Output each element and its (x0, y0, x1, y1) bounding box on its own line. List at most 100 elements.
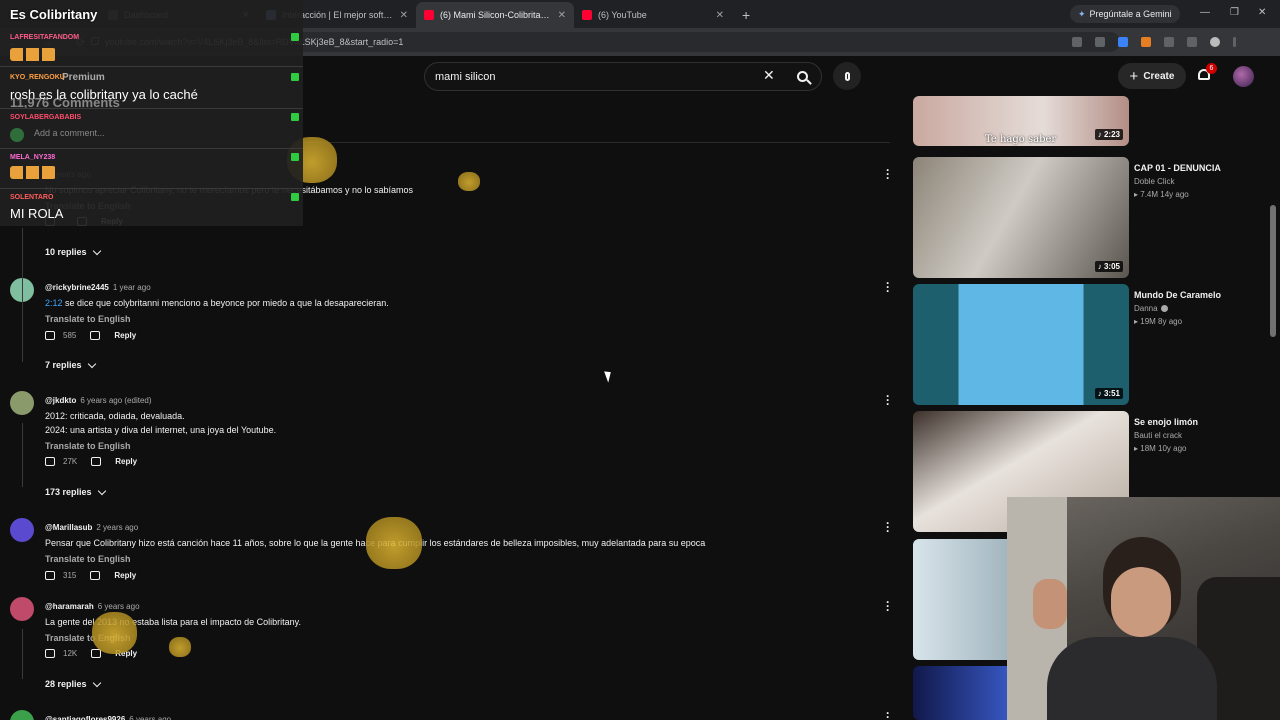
recommended-video-channel[interactable]: Doble Click (1134, 177, 1174, 186)
recommended-video-thumbnail[interactable]: Te hago saber ♪ 2:23 (913, 96, 1129, 146)
dislike-icon[interactable] (90, 330, 101, 340)
extension-icon[interactable] (1141, 37, 1151, 47)
tab-favicon-icon (582, 10, 592, 20)
comment-header: @santiagoflores9926 6 years ago (45, 715, 171, 720)
recommended-video-meta: ▸ 7.4M 14y ago (1134, 190, 1189, 199)
comment-menu-icon[interactable]: ··· (886, 164, 890, 184)
thread-line (22, 629, 23, 679)
cat-emote-icon (169, 637, 191, 657)
recommended-video-title[interactable]: Mundo De Caramelo (1134, 290, 1221, 300)
dislike-icon[interactable] (90, 570, 101, 580)
channel-name: Bauti el crack (1134, 431, 1183, 440)
comment-timestamp-link[interactable]: 2:12 (45, 298, 63, 308)
comment-actions: 315 Reply (45, 568, 136, 582)
extension-icon[interactable] (1118, 37, 1128, 47)
recommended-video-thumbnail[interactable]: ♪ 3:05 (913, 157, 1129, 278)
reply-button[interactable]: Reply (115, 457, 137, 466)
new-tab-button[interactable]: + (732, 2, 760, 28)
replies-toggle[interactable]: 28 replies (45, 678, 101, 689)
puzzle-icon[interactable] (1164, 37, 1174, 47)
comment-author[interactable]: @santiagoflores9926 (45, 715, 125, 720)
clear-search-icon[interactable]: ✕ (763, 67, 775, 84)
chat-username: MELA_NY238 (10, 154, 56, 161)
add-comment-input[interactable]: Add a comment... (34, 128, 105, 138)
commenter-avatar[interactable] (10, 518, 34, 542)
comment-time[interactable]: 1 year ago (113, 283, 151, 292)
search-button[interactable] (785, 62, 820, 91)
comment-author[interactable]: @Marillasub (45, 523, 92, 532)
reply-button[interactable]: Reply (114, 331, 136, 340)
checkmark-icon (291, 153, 299, 161)
thread-line (22, 423, 23, 487)
stream-chat-overlay: Premium 11,976 Comments Add a comment...… (0, 0, 303, 226)
cat-emote-icon (92, 612, 137, 654)
comment-text: La gente del 2013 no estaba lista para e… (45, 617, 301, 627)
comment-time[interactable]: 6 years ago (129, 715, 171, 720)
recommended-video-title[interactable]: CAP 01 - DENUNCIA (1134, 163, 1221, 173)
comment-menu-icon[interactable]: ··· (886, 517, 890, 537)
tab-favicon-icon (424, 10, 434, 20)
replies-toggle[interactable]: 173 replies (45, 486, 106, 497)
minimize-icon[interactable]: — (1200, 7, 1210, 18)
checkmark-icon (291, 33, 299, 41)
comment-author[interactable]: @haramarah (45, 602, 94, 611)
like-icon[interactable] (45, 330, 55, 340)
commenter-avatar[interactable] (10, 710, 34, 720)
media-icon[interactable] (1187, 37, 1197, 47)
recommended-video-channel[interactable]: Bauti el crack (1134, 431, 1182, 440)
replies-toggle[interactable]: 7 replies (45, 359, 96, 370)
commenter-avatar[interactable] (10, 597, 34, 621)
translate-link[interactable]: Translate to English (45, 314, 131, 324)
chat-divider (0, 66, 303, 67)
account-avatar[interactable] (1233, 66, 1254, 87)
comment-time[interactable]: 2 years ago (96, 523, 138, 532)
tab-close-icon[interactable]: ✕ (558, 10, 566, 21)
like-icon[interactable] (45, 570, 55, 580)
comment-menu-icon[interactable]: ··· (886, 707, 890, 720)
recommended-video-thumbnail[interactable]: ♪ 3:51 (913, 284, 1129, 405)
browser-tab[interactable]: (6) Mami Silicon-Colibritany (V ✕ (416, 2, 574, 28)
page-scrollbar[interactable] (1270, 205, 1276, 337)
mic-icon (844, 71, 850, 81)
menu-dots-icon[interactable] (1233, 37, 1236, 47)
commenter-avatar[interactable] (10, 391, 34, 415)
duration-text: 3:51 (1103, 389, 1120, 398)
comment-text-body: se dice que colybritanni menciono a beyo… (62, 298, 389, 308)
close-window-icon[interactable]: ✕ (1258, 7, 1266, 18)
create-button[interactable]: + Create (1118, 63, 1186, 89)
maximize-icon[interactable]: ❐ (1230, 7, 1239, 18)
create-label: Create (1143, 70, 1175, 82)
recommended-video-channel[interactable]: Danna (1134, 304, 1168, 313)
tab-close-icon[interactable]: ✕ (716, 10, 724, 21)
bookmark-star-icon[interactable] (1095, 37, 1105, 47)
channel-name: Doble Click (1134, 177, 1175, 186)
verified-icon (1160, 305, 1168, 312)
comment-author[interactable]: @rickybrine2445 (45, 283, 109, 292)
like-icon[interactable] (45, 456, 55, 466)
comment-author[interactable]: @jkdkto (45, 396, 76, 405)
comment-menu-icon[interactable]: ··· (886, 277, 890, 297)
install-icon[interactable] (1072, 37, 1082, 47)
recommended-video-title[interactable]: Se enojo limón (1134, 417, 1198, 427)
channel-name: Danna (1134, 304, 1158, 313)
cat-emote-icon (458, 172, 480, 191)
extension-icons[interactable] (1072, 37, 1236, 47)
like-icon[interactable] (45, 648, 55, 658)
translate-link[interactable]: Translate to English (45, 554, 131, 564)
reply-button[interactable]: Reply (114, 571, 136, 580)
comment-menu-icon[interactable]: ··· (886, 390, 890, 410)
voice-search-button[interactable] (833, 62, 861, 90)
gemini-button[interactable]: ✦ Pregúntale a Gemini (1070, 5, 1180, 23)
notifications-button[interactable]: 6 (1196, 63, 1217, 83)
profile-icon[interactable] (1210, 37, 1220, 47)
comment-menu-icon[interactable]: ··· (886, 596, 890, 616)
chat-message: MI ROLA (10, 206, 64, 221)
tab-close-icon[interactable]: ✕ (400, 10, 408, 21)
replies-toggle[interactable]: 10 replies (45, 246, 101, 257)
browser-tab[interactable]: (6) YouTube ✕ (574, 2, 732, 28)
comment-time[interactable]: 6 years ago (edited) (80, 396, 151, 405)
dislike-icon[interactable] (91, 456, 102, 466)
comment-header: @rickybrine2445 1 year ago (45, 283, 151, 292)
translate-link[interactable]: Translate to English (45, 441, 131, 451)
comment-time[interactable]: 6 years ago (98, 602, 140, 611)
